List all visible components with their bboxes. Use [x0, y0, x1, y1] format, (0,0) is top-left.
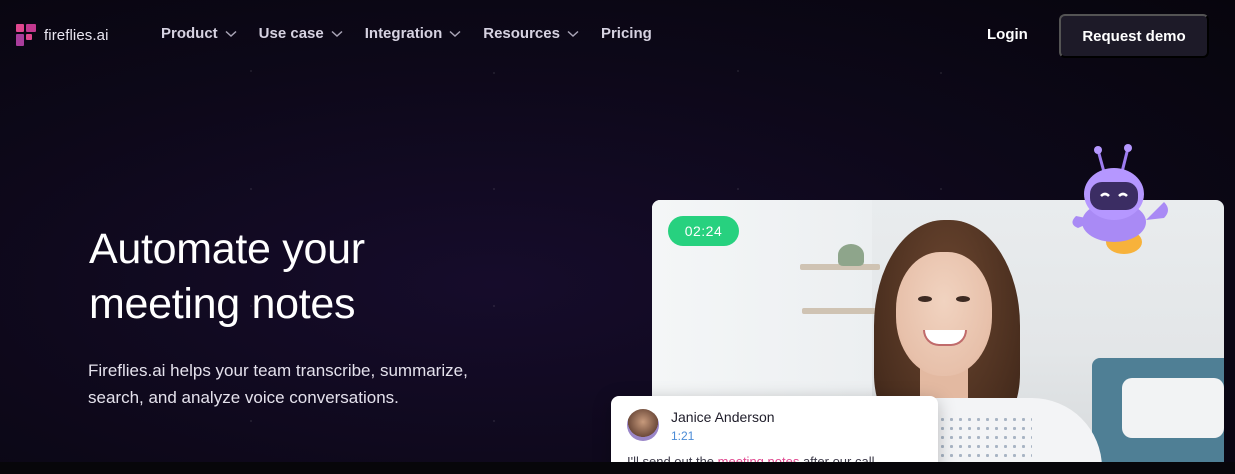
login-link[interactable]: Login: [987, 26, 1028, 43]
hero-subtitle-line: search, and analyze voice conversations.: [88, 388, 399, 407]
avatar: [627, 409, 659, 441]
hero-subtitle-line: Fireflies.ai helps your team transcribe,…: [88, 361, 468, 380]
nav-item-label: Integration: [364, 25, 443, 42]
hero-title: Automate your meeting notes: [89, 222, 509, 332]
main-menu: Product Use case Integration Resources P…: [161, 25, 674, 42]
plant: [838, 244, 864, 266]
brand-logo[interactable]: fireflies.ai: [16, 24, 109, 46]
chevron-down-icon: [567, 30, 579, 37]
nav-item-product[interactable]: Product: [161, 25, 237, 42]
person-face: [896, 252, 992, 376]
nav-item-label: Use case: [258, 25, 324, 42]
speaker-name: Janice Anderson: [671, 409, 775, 425]
nav-item-label: Product: [161, 25, 218, 42]
chevron-down-icon: [331, 30, 343, 37]
person-eye: [956, 296, 970, 302]
nav-item-pricing[interactable]: Pricing: [601, 25, 652, 42]
pillow: [1122, 378, 1224, 438]
nav-item-resources[interactable]: Resources: [483, 25, 579, 42]
chevron-down-icon: [225, 30, 237, 37]
robot-mascot-icon: [1072, 144, 1168, 254]
wall-shelf: [802, 308, 878, 314]
hero-title-line: meeting notes: [89, 280, 356, 328]
transcript-timestamp[interactable]: 1:21: [671, 429, 694, 443]
hero-title-line: Automate your: [89, 225, 365, 273]
top-navigation: fireflies.ai Product Use case Integratio…: [0, 0, 1235, 72]
call-timer-badge: 02:24: [668, 216, 739, 246]
nav-item-label: Resources: [483, 25, 560, 42]
chevron-down-icon: [449, 30, 461, 37]
nav-item-use-case[interactable]: Use case: [259, 25, 343, 42]
hero-subtitle: Fireflies.ai helps your team transcribe,…: [88, 357, 528, 411]
brand-name: fireflies.ai: [44, 26, 109, 44]
person-eye: [918, 296, 932, 302]
fireflies-logo-icon: [16, 24, 36, 46]
nav-item-label: Pricing: [600, 25, 652, 42]
bottom-edge: [0, 462, 1235, 474]
request-demo-button[interactable]: Request demo: [1059, 14, 1209, 58]
nav-item-integration[interactable]: Integration: [365, 25, 462, 42]
